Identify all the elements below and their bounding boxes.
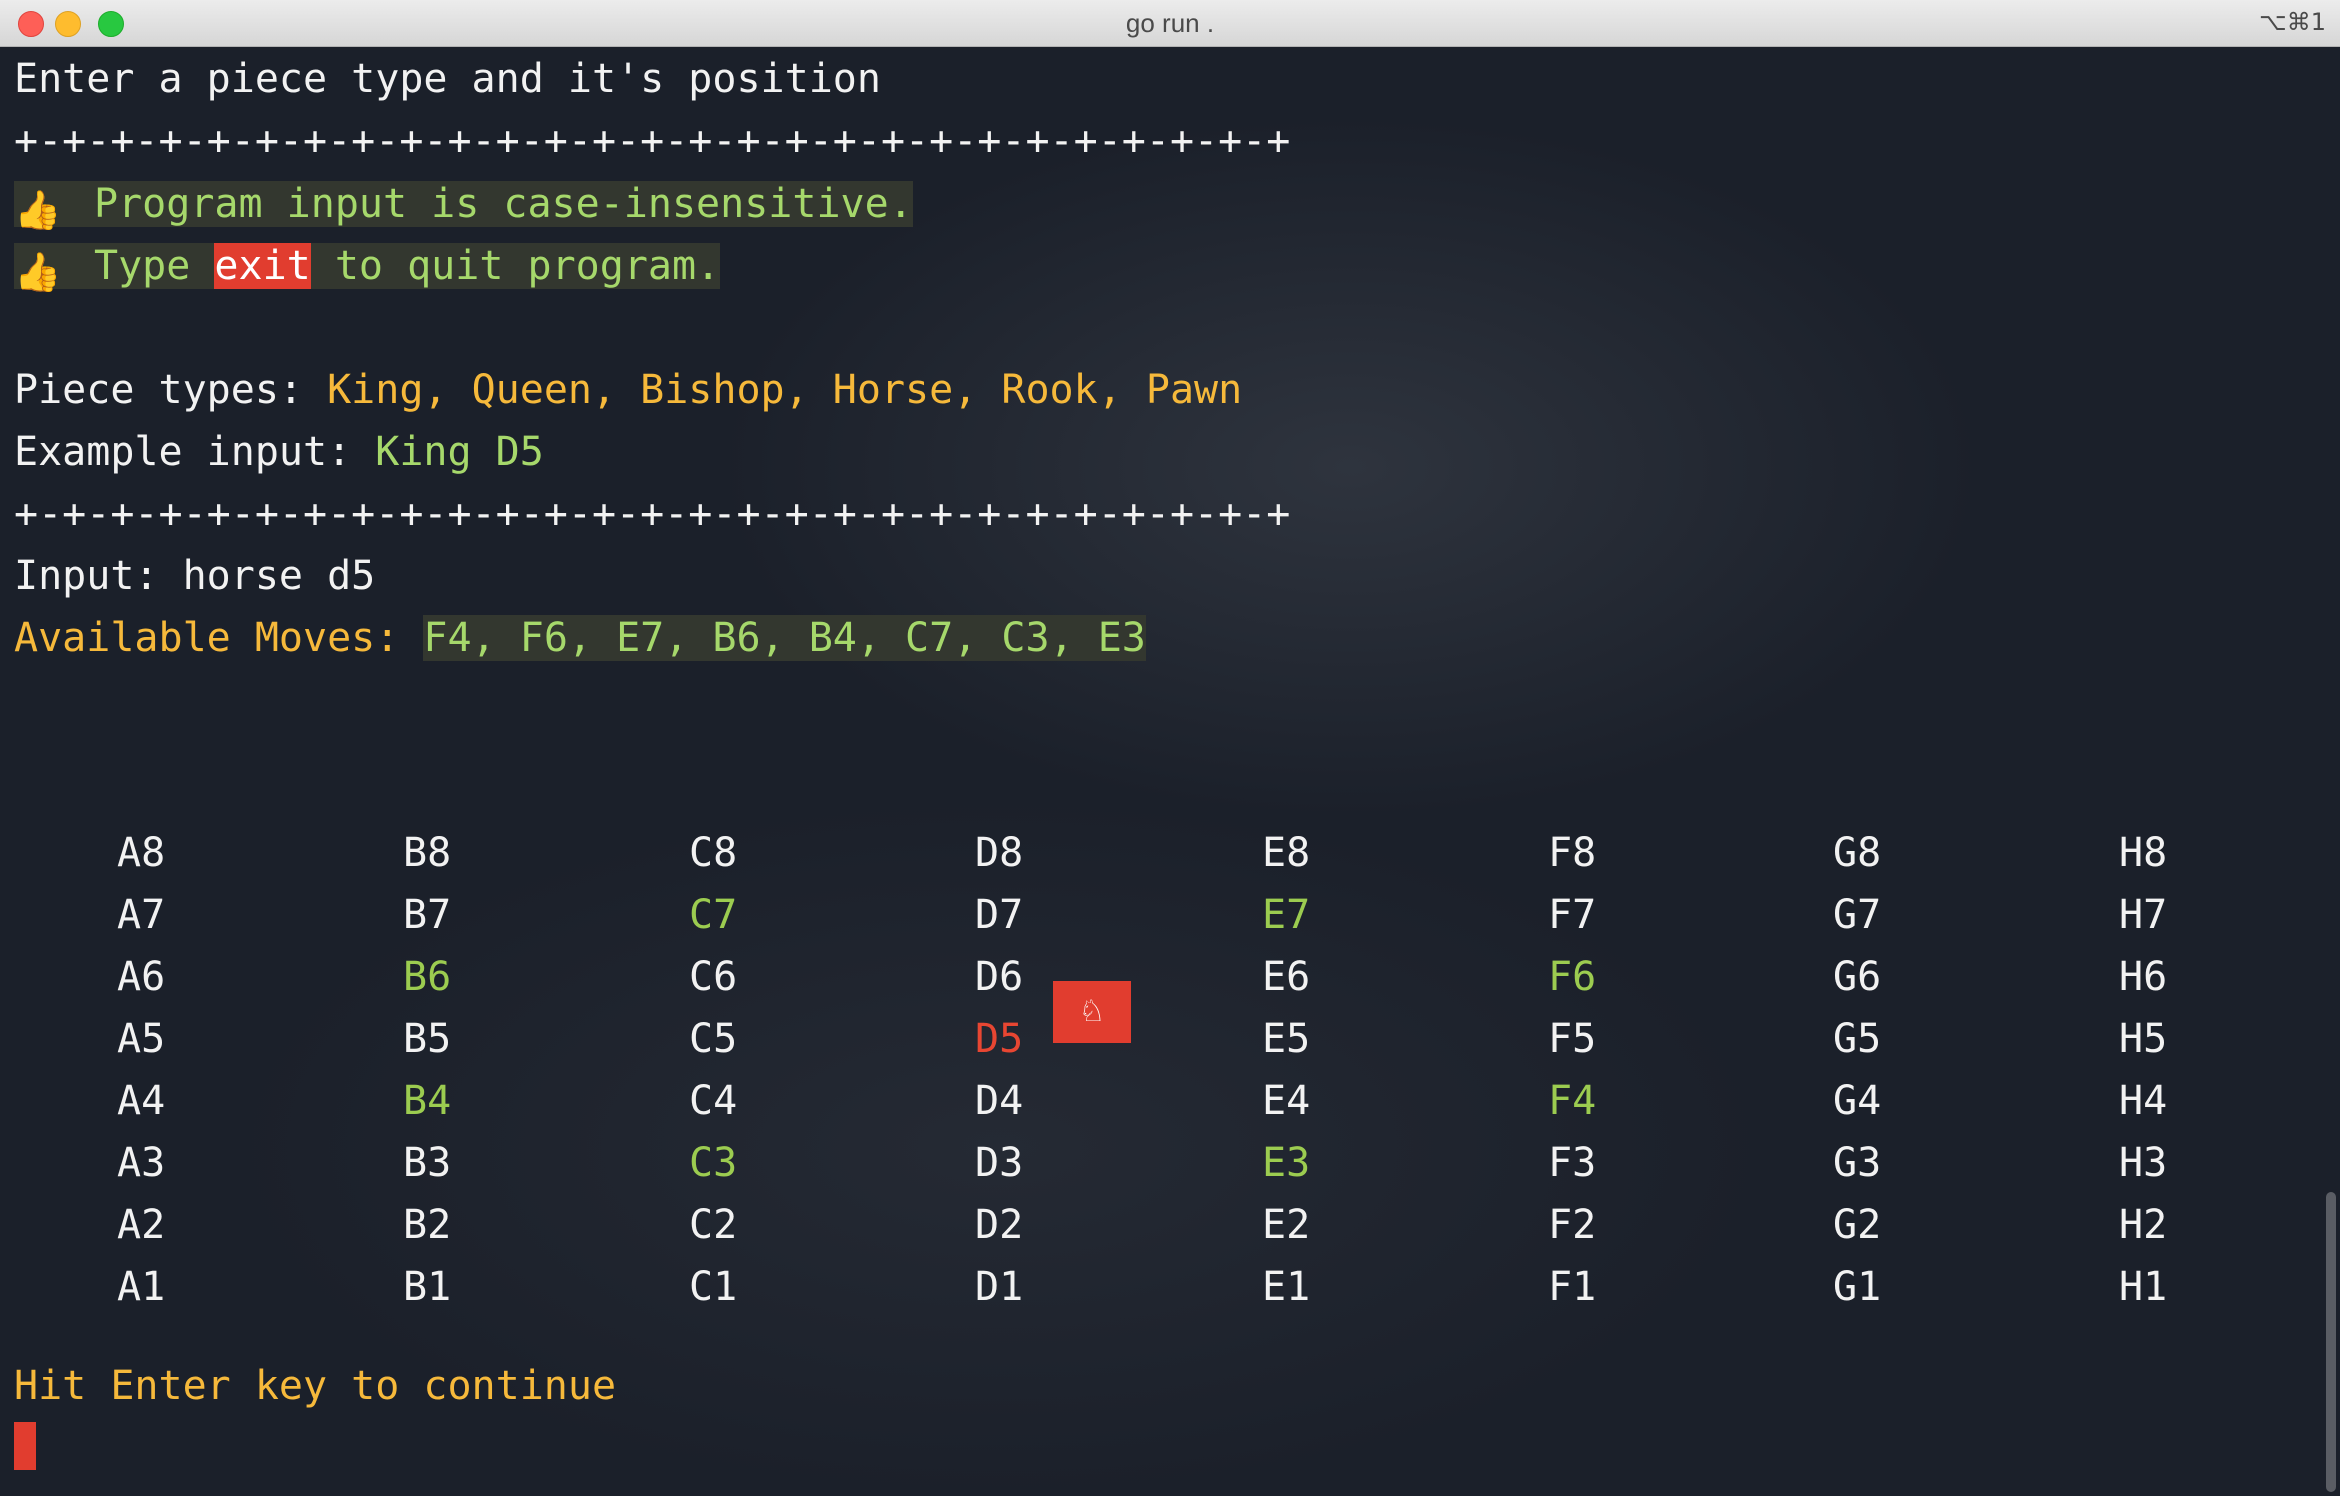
square-c2: C2 [689,1202,738,1248]
square-b7: B7 [403,892,452,938]
square-b8: B8 [403,830,452,876]
input-value: horse d5 [182,553,376,599]
thumbs-up-icon: 👍 [14,188,62,232]
square-g3: G3 [1833,1140,1882,1186]
square-g6: G6 [1833,954,1882,1000]
square-c3: C3 [689,1140,738,1186]
square-c5: C5 [689,1016,738,1062]
square-h7: H7 [2119,892,2168,938]
square-h3: H3 [2119,1140,2168,1186]
title-bar: go run . ⌥⌘1 [0,0,2340,47]
tip-text-2-prefix: Type [94,243,215,289]
text-cursor [14,1422,36,1470]
square-h1: H1 [2119,1264,2168,1310]
continue-line: Hit Enter key to continue [14,1360,616,1412]
square-c7: C7 [689,892,738,938]
square-a2: A2 [117,1202,166,1248]
square-d8: D8 [975,830,1024,876]
tab-shortcut-label: ⌥⌘1 [2259,8,2326,36]
square-f4: F4 [1548,1078,1597,1124]
square-g7: G7 [1833,892,1882,938]
example-value: King D5 [375,429,544,475]
square-b2: B2 [403,1202,452,1248]
square-a5: A5 [117,1016,166,1062]
moves-value: F4, F6, E7, B6, B4, C7, C3, E3 [423,615,1146,661]
tip-line-2: 👍 Type exit to quit program. [14,240,721,294]
thumbs-up-icon: 👍 [14,250,62,294]
continue-text: Hit Enter key to continue [14,1363,617,1409]
square-h2: H2 [2119,1202,2168,1248]
tip-text-1: Program input is case-insensitive. [94,181,913,227]
separator-top: +-+-+-+-+-+-+-+-+-+-+-+-+-+-+-+-+-+-+-+-… [14,118,1291,164]
example-label: Example input: [14,429,376,475]
square-g4: G4 [1833,1078,1882,1124]
separator-bottom: +-+-+-+-+-+-+-+-+-+-+-+-+-+-+-+-+-+-+-+-… [14,491,1291,537]
piece-types-label: Piece types: [14,367,328,413]
window-title: go run . [1125,8,1215,38]
tip-box-1: 👍 Program input is case-insensitive. [14,181,913,232]
moves-label: Available Moves: [14,615,424,661]
square-d2: D2 [975,1202,1024,1248]
square-b5: B5 [403,1016,452,1062]
tip-text-2-suffix: to quit program. [310,243,721,289]
prompt-line: Enter a piece type and it's position [14,56,881,102]
square-f1: F1 [1548,1264,1597,1310]
square-d7: D7 [975,892,1024,938]
square-a1: A1 [117,1264,166,1310]
horse-piece-icon: ♘ [1053,981,1131,1043]
square-a6: A6 [117,954,166,1000]
square-d4: D4 [975,1078,1024,1124]
square-h6: H6 [2119,954,2168,1000]
example-line: Example input: King D5 [14,426,544,478]
square-e5: E5 [1262,1016,1311,1062]
terminal-output[interactable]: Enter a piece type and it's position +-+… [0,47,2340,1496]
tip-line-1: 👍 Program input is case-insensitive. [14,178,913,232]
input-line: Input: horse d5 [14,550,375,602]
square-f5: F5 [1548,1016,1597,1062]
square-g8: G8 [1833,830,1882,876]
square-g5: G5 [1833,1016,1882,1062]
square-e4: E4 [1262,1078,1311,1124]
square-f3: F3 [1548,1140,1597,1186]
exit-keyword: exit [214,243,311,289]
square-d5: D5 [975,1016,1024,1062]
square-f7: F7 [1548,892,1597,938]
square-b1: B1 [403,1264,452,1310]
square-f8: F8 [1548,830,1597,876]
square-g1: G1 [1833,1264,1882,1310]
square-c6: C6 [689,954,738,1000]
square-h5: H5 [2119,1016,2168,1062]
square-f6: F6 [1548,954,1597,1000]
square-f2: F2 [1548,1202,1597,1248]
square-d1: D1 [975,1264,1024,1310]
square-e8: E8 [1262,830,1311,876]
square-d6: D6 [975,954,1024,1000]
tip-box-2: 👍 Type exit to quit program. [14,243,721,294]
scrollbar[interactable] [2326,1192,2336,1492]
square-a4: A4 [117,1078,166,1124]
square-e3: E3 [1262,1140,1311,1186]
square-b3: B3 [403,1140,452,1186]
square-g2: G2 [1833,1202,1882,1248]
square-e2: E2 [1262,1202,1311,1248]
piece-types-value: King, Queen, Bishop, Horse, Rook, Pawn [327,367,1243,413]
square-a8: A8 [117,830,166,876]
terminal-window: go run . ⌥⌘1 Enter a piece type and it's… [0,0,2340,1496]
square-c4: C4 [689,1078,738,1124]
input-label: Input: [14,553,183,599]
square-d3: D3 [975,1140,1024,1186]
square-e1: E1 [1262,1264,1311,1310]
square-a3: A3 [117,1140,166,1186]
square-b6: B6 [403,954,452,1000]
square-e6: E6 [1262,954,1311,1000]
square-h4: H4 [2119,1078,2168,1124]
square-a7: A7 [117,892,166,938]
piece-types-line: Piece types: King, Queen, Bishop, Horse,… [14,364,1242,416]
square-c8: C8 [689,830,738,876]
moves-line: Available Moves: F4, F6, E7, B6, B4, C7,… [14,612,1146,664]
square-c1: C1 [689,1264,738,1310]
square-b4: B4 [403,1078,452,1124]
square-h8: H8 [2119,830,2168,876]
square-e7: E7 [1262,892,1311,938]
